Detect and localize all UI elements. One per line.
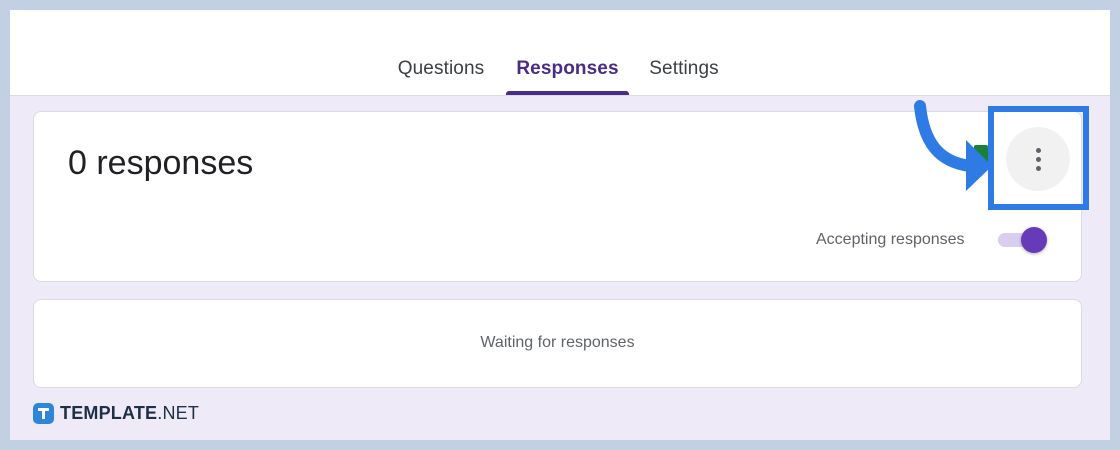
brand-watermark: TEMPLATE.NET — [33, 401, 199, 425]
tab-settings[interactable]: Settings — [643, 58, 725, 96]
waiting-card: Waiting for responses — [33, 299, 1082, 388]
active-tab-indicator — [506, 91, 629, 95]
toggle-thumb — [1021, 227, 1047, 253]
curved-arrow-icon — [914, 100, 992, 191]
top-bar: Questions Responses Settings — [10, 10, 1110, 96]
waiting-message: Waiting for responses — [480, 334, 635, 351]
brand-name: TEMPLATE.NET — [60, 402, 200, 423]
accepting-responses-toggle[interactable] — [996, 225, 1048, 253]
template-logo-icon — [33, 402, 54, 424]
forms-window: Questions Responses Settings 0 responses… — [10, 10, 1110, 440]
response-count: 0 responses — [68, 144, 254, 182]
tab-bar: Questions Responses Settings — [10, 10, 1110, 96]
highlight-box — [988, 106, 1089, 210]
accepting-responses-label: Accepting responses — [816, 231, 965, 248]
tab-questions[interactable]: Questions — [395, 58, 487, 96]
